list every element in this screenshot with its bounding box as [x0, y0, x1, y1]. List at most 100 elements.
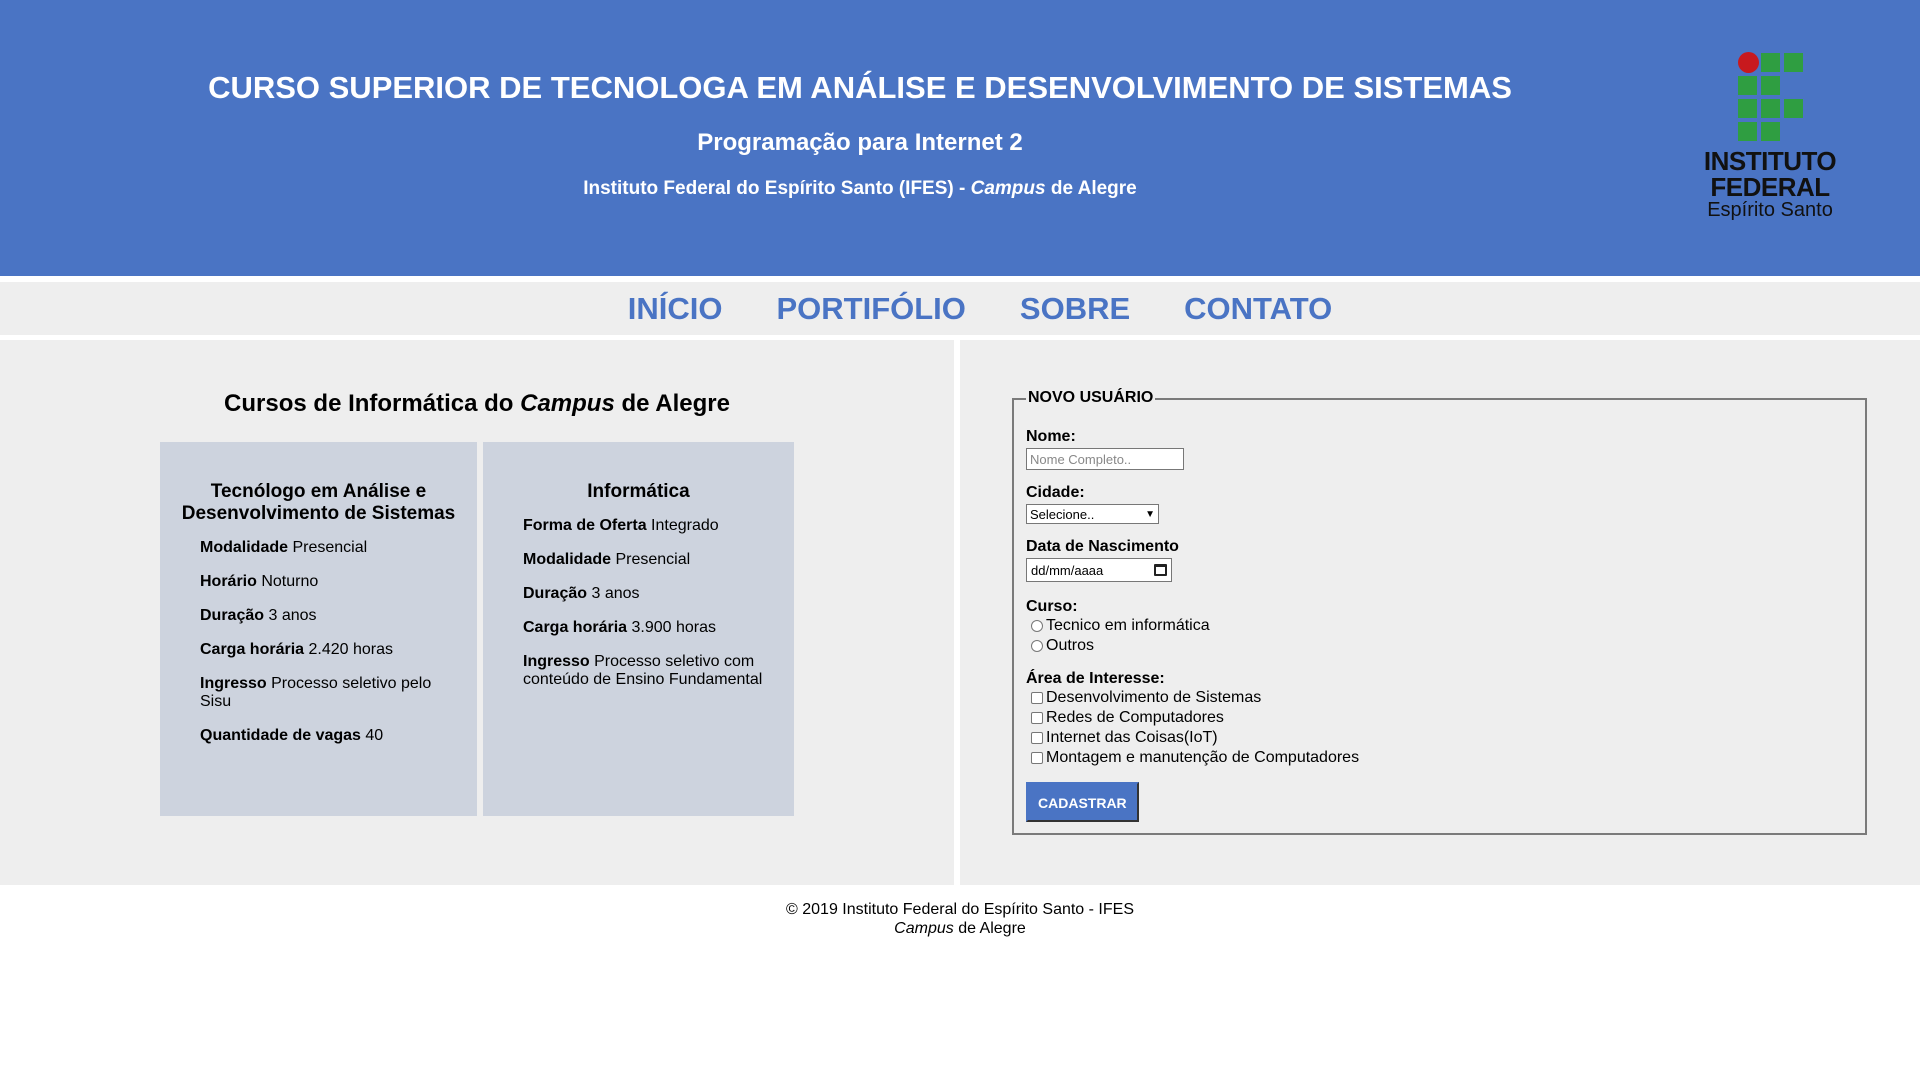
- ifes-logo: INSTITUTO FEDERAL Espírito Santo: [1700, 52, 1840, 227]
- logo-square: [1761, 53, 1780, 72]
- interest-option[interactable]: Desenvolvimento de Sistemas: [1026, 688, 1846, 708]
- course-card-details: Forma de Oferta Integrado Modalidade Pre…: [523, 517, 764, 689]
- detail-row: Modalidade Presencial: [523, 551, 764, 569]
- name-input[interactable]: [1026, 448, 1184, 470]
- logo-text: INSTITUTO FEDERAL: [1700, 148, 1840, 200]
- main-nav: INÍCIO PORTIFÓLIO SOBRE CONTATO: [0, 282, 1920, 335]
- detail-row: Carga horária 2.420 horas: [200, 641, 445, 659]
- interest-option-label: Montagem e manutenção de Computadores: [1046, 749, 1360, 766]
- course-card-title: Informática: [587, 481, 690, 502]
- course-radio[interactable]: [1031, 620, 1043, 632]
- courses-title: Cursos de Informática do Campus de Alegr…: [0, 390, 954, 418]
- nav-item-portifolio[interactable]: PORTIFÓLIO: [776, 291, 965, 327]
- logo-square: [1761, 122, 1780, 141]
- detail-label: Horário: [200, 573, 257, 590]
- course-option-label: Tecnico em informática: [1046, 617, 1210, 634]
- interest-option-label: Redes de Computadores: [1046, 709, 1224, 726]
- nav-item-sobre[interactable]: SOBRE: [1020, 291, 1130, 327]
- course-card-informatica: Informática Forma de Oferta Integrado Mo…: [483, 442, 794, 816]
- interest-checkbox[interactable]: [1031, 692, 1043, 704]
- fieldset-legend: NOVO USUÁRIO: [1026, 389, 1156, 407]
- course-option-label: Outros: [1046, 637, 1095, 654]
- page-header: CURSO SUPERIOR DE TECNOLOGA EM ANÁLISE E…: [0, 0, 1920, 276]
- detail-value: Noturno: [256, 573, 319, 590]
- page-title: CURSO SUPERIOR DE TECNOLOGA EM ANÁLISE E…: [208, 70, 1512, 105]
- birth-date-input[interactable]: dd/mm/aaaa: [1026, 558, 1172, 582]
- detail-row: Forma de Oferta Integrado: [523, 517, 764, 535]
- courses-title-suffix: de Alegre: [614, 390, 730, 417]
- logo-square: [1761, 99, 1780, 118]
- submit-button[interactable]: CADASTRAR: [1026, 782, 1139, 822]
- course-option[interactable]: Tecnico em informática: [1026, 616, 1846, 636]
- logo-square: [1784, 99, 1803, 118]
- logo-line2: FEDERAL: [1710, 172, 1830, 202]
- institution-campus: Campus: [970, 178, 1046, 199]
- courses-title-prefix: Cursos de Informática do: [224, 390, 521, 417]
- chevron-down-icon: ▼: [1145, 508, 1155, 520]
- detail-label: Forma de Oferta: [523, 517, 647, 534]
- detail-row: Horário Noturno: [200, 573, 445, 591]
- city-select[interactable]: Selecione.. ▼: [1026, 504, 1159, 524]
- interest-checkbox[interactable]: [1031, 752, 1043, 764]
- name-label: Nome:: [1026, 428, 1076, 445]
- detail-value: 3.900 horas: [627, 619, 716, 636]
- logo-square: [1761, 76, 1780, 95]
- birth-date-label: Data de Nascimento: [1026, 538, 1179, 555]
- footer-campus: Campus de Alegre: [0, 919, 1920, 938]
- footer-copyright: © 2019 Instituto Federal do Espírito San…: [786, 901, 1134, 918]
- detail-value: 3 anos: [264, 607, 317, 624]
- page-footer: © 2019 Instituto Federal do Espírito San…: [0, 900, 1920, 938]
- nav-item-inicio[interactable]: INÍCIO: [628, 291, 723, 327]
- logo-square: [1738, 99, 1757, 118]
- calendar-icon[interactable]: [1154, 564, 1167, 576]
- detail-row: Quantidade de vagas 40: [200, 727, 445, 745]
- interest-option[interactable]: Montagem e manutenção de Computadores: [1026, 748, 1846, 768]
- detail-value: 2.420 horas: [304, 641, 393, 658]
- detail-row: Duração 3 anos: [523, 585, 764, 603]
- detail-label: Modalidade: [523, 551, 612, 568]
- interest-checkbox[interactable]: [1031, 732, 1043, 744]
- course-label: Curso:: [1026, 598, 1078, 615]
- detail-label: Quantidade de vagas: [200, 727, 361, 744]
- interest-option-label: Desenvolvimento de Sistemas: [1046, 689, 1262, 706]
- page-subtitle: Programação para Internet 2: [697, 129, 1023, 156]
- institution-suffix: de Alegre: [1045, 178, 1137, 199]
- detail-label: Carga horária: [523, 619, 628, 636]
- courses-title-campus: Campus: [520, 390, 615, 417]
- logo-subtext: Espírito Santo: [1707, 199, 1833, 221]
- logo-square: [1738, 76, 1757, 95]
- detail-value: Integrado: [646, 517, 719, 534]
- detail-row: Carga horária 3.900 horas: [523, 619, 764, 637]
- detail-row: Ingresso Processo seletivo com conteúdo …: [523, 653, 764, 689]
- course-option[interactable]: Outros: [1026, 636, 1846, 656]
- courses-panel: [0, 340, 954, 885]
- detail-label: Carga horária: [200, 641, 305, 658]
- detail-value: 3 anos: [587, 585, 640, 602]
- detail-value: 40: [360, 727, 384, 744]
- detail-label: Modalidade: [200, 539, 289, 556]
- interest-option[interactable]: Redes de Computadores: [1026, 708, 1846, 728]
- institution-line: Instituto Federal do Espírito Santo (IFE…: [0, 178, 1720, 200]
- detail-row: Duração 3 anos: [200, 607, 445, 625]
- footer-campus-suffix: de Alegre: [953, 920, 1026, 937]
- logo-square: [1784, 53, 1803, 72]
- detail-label: Ingresso: [200, 675, 267, 692]
- detail-value: Presencial: [288, 539, 368, 556]
- new-user-form: Nome: Cidade: Selecione.. ▼ Data de Nasc…: [1026, 428, 1846, 822]
- interest-option-label: Internet das Coisas(IoT): [1046, 729, 1218, 746]
- logo-line1: INSTITUTO: [1703, 146, 1837, 176]
- logo-square: [1738, 122, 1757, 141]
- city-select-value: Selecione..: [1030, 506, 1095, 522]
- course-radio[interactable]: [1031, 640, 1043, 652]
- institution-prefix: Instituto Federal do Espírito Santo (IFE…: [583, 178, 971, 199]
- interest-option[interactable]: Internet das Coisas(IoT): [1026, 728, 1846, 748]
- logo-red-dot: [1738, 52, 1759, 73]
- course-card-ads: Tecnólogo em Análise e Desenvolvimento d…: [160, 442, 477, 816]
- detail-label: Duração: [200, 607, 265, 624]
- detail-row: Ingresso Processo seletivo pelo Sisu: [200, 675, 445, 711]
- interest-checkbox[interactable]: [1031, 712, 1043, 724]
- nav-item-contato[interactable]: CONTATO: [1184, 291, 1332, 327]
- detail-label: Ingresso: [523, 653, 590, 670]
- birth-date-placeholder: dd/mm/aaaa: [1031, 562, 1104, 578]
- course-card-title: Tecnólogo em Análise e Desenvolvimento d…: [181, 481, 456, 524]
